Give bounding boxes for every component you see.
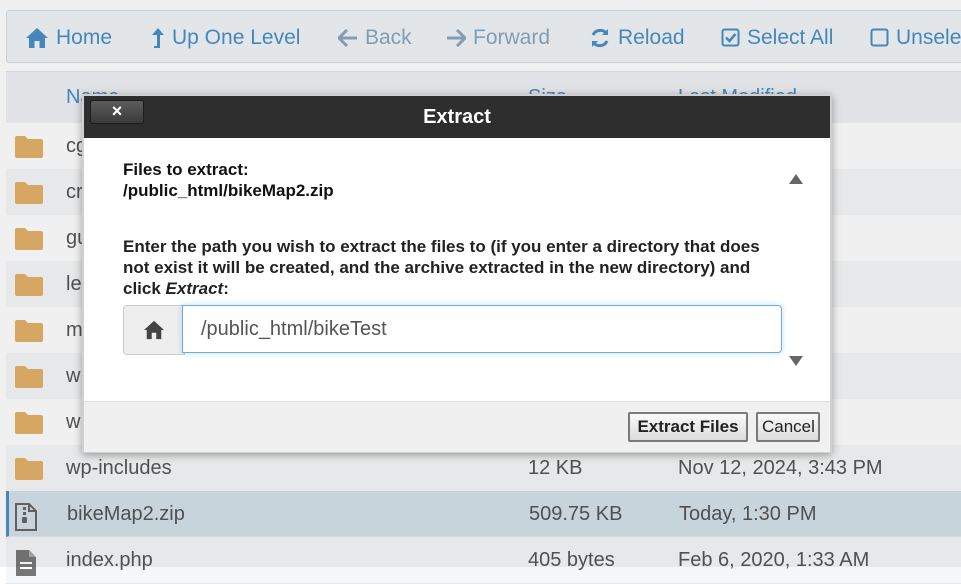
instruction-emphasis: Extract xyxy=(165,279,224,298)
dialog-footer: Extract Files Cancel xyxy=(84,401,830,452)
extract-dialog: Extract × Files to extract: /public_html… xyxy=(82,94,832,453)
path-addon xyxy=(123,305,185,355)
files-to-extract-label: Files to extract: xyxy=(123,160,249,179)
dialog-header: Extract × xyxy=(84,96,830,138)
scroll-up-arrow-icon[interactable] xyxy=(788,172,804,186)
extract-path-group xyxy=(123,305,785,355)
cancel-button[interactable]: Cancel xyxy=(756,412,820,442)
close-button[interactable]: × xyxy=(90,100,144,124)
dialog-title: Extract xyxy=(423,106,491,128)
extract-files-button[interactable]: Extract Files xyxy=(628,412,748,442)
home-icon xyxy=(144,320,164,340)
file-path-text: /public_html/bikeMap2.zip xyxy=(123,181,334,200)
extract-instructions: Enter the path you wish to extract the f… xyxy=(123,236,763,299)
scroll-down-arrow-icon[interactable] xyxy=(788,354,804,368)
extract-path-input[interactable] xyxy=(182,305,782,353)
dialog-body: Files to extract: /public_html/bikeMap2.… xyxy=(84,138,830,400)
instruction-suffix: : xyxy=(223,279,229,298)
